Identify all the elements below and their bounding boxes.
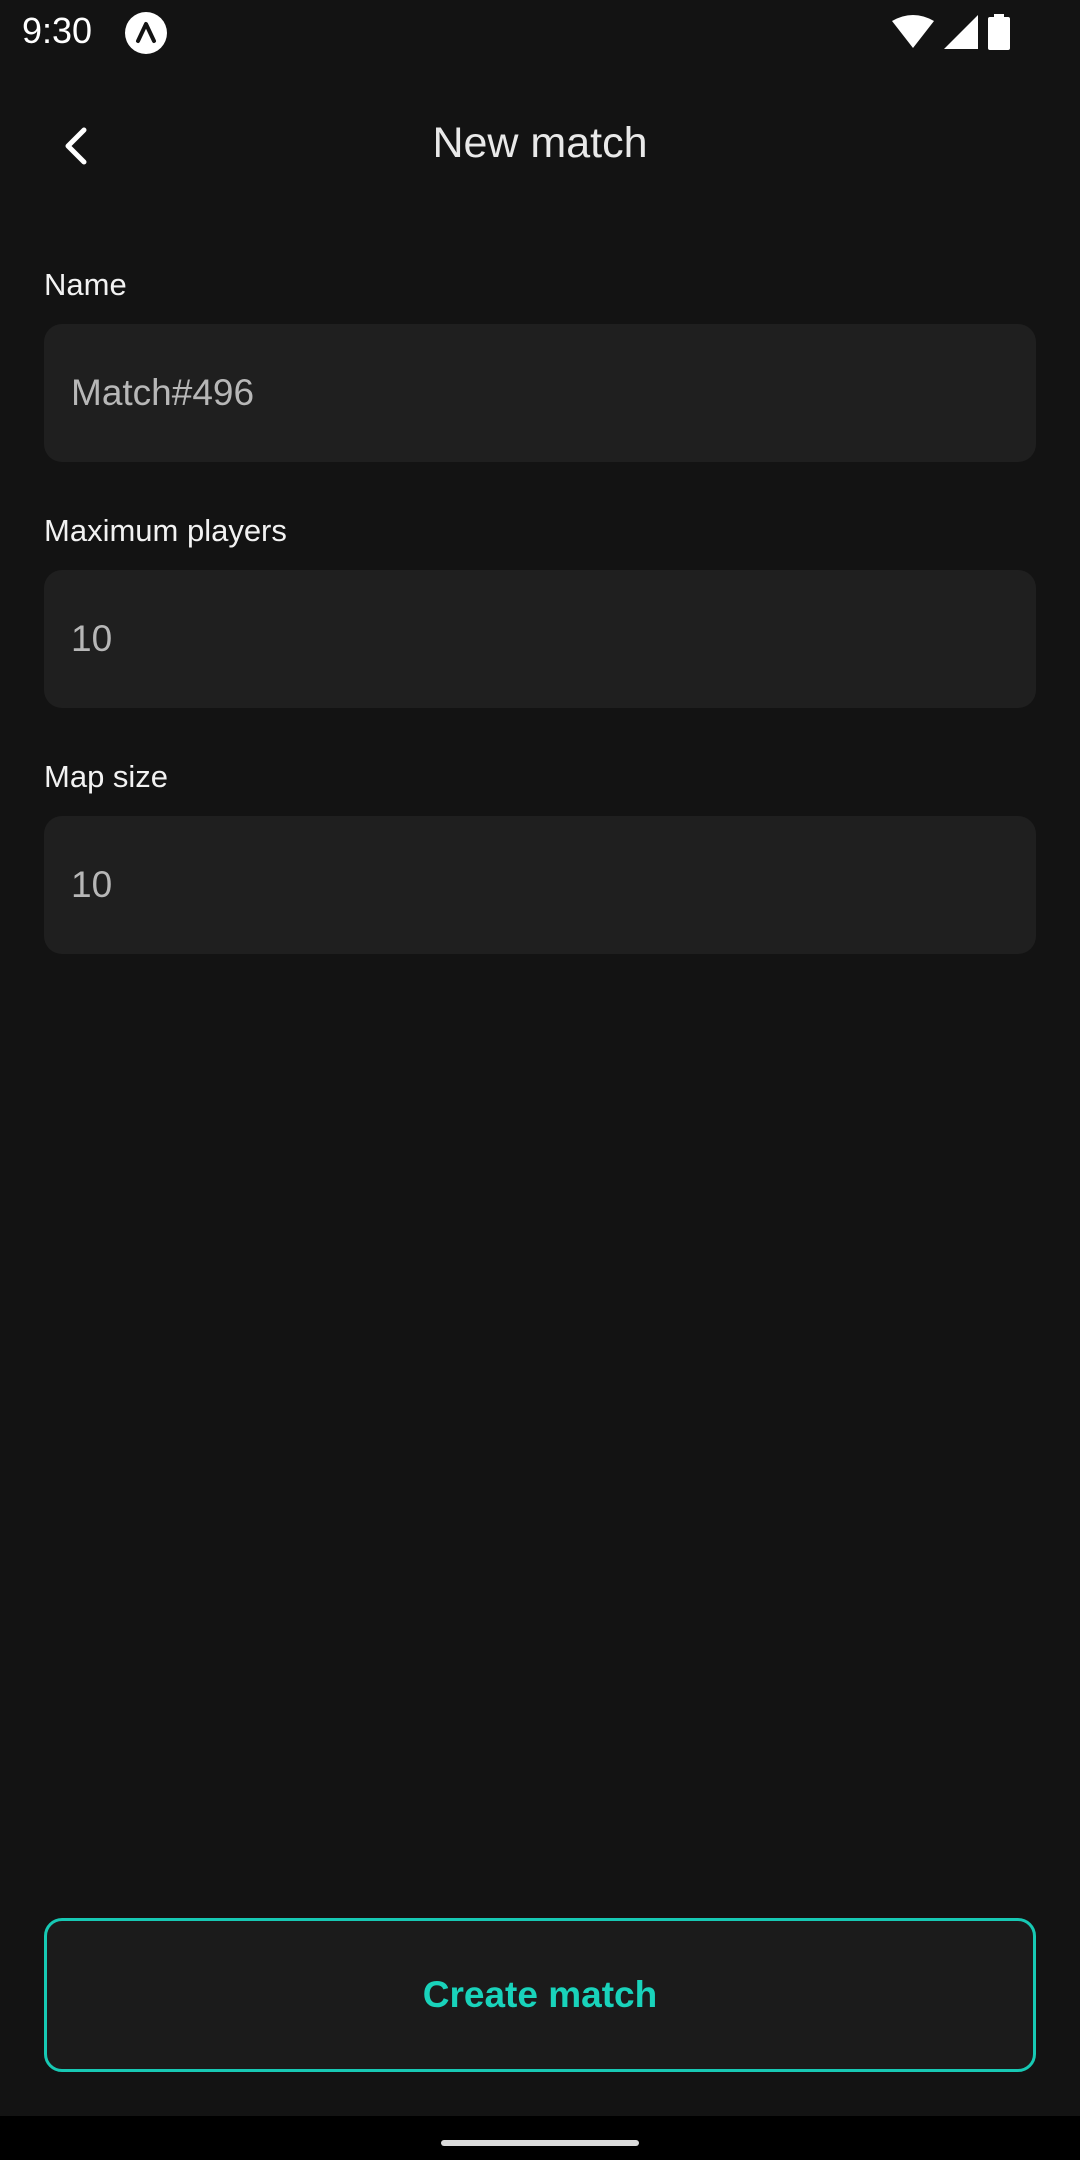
cellular-signal-icon <box>944 15 978 54</box>
wifi-icon <box>892 15 934 54</box>
create-match-button[interactable]: Create match <box>44 1918 1036 2072</box>
page-title: New match <box>432 119 648 167</box>
name-input[interactable] <box>44 324 1036 462</box>
name-label: Name <box>44 267 127 302</box>
max-players-label: Maximum players <box>44 513 287 548</box>
map-size-input[interactable] <box>44 816 1036 954</box>
status-time: 9:30 <box>22 10 93 51</box>
status-icons <box>892 14 1010 55</box>
max-players-input[interactable] <box>44 570 1036 708</box>
new-match-form: Name Maximum players Map size <box>44 260 1036 998</box>
app-bar: New match <box>0 66 1080 224</box>
app-notification-icon <box>124 11 168 55</box>
home-indicator[interactable] <box>441 2140 639 2146</box>
navigation-bar <box>0 2116 1080 2160</box>
map-size-label: Map size <box>44 759 169 794</box>
battery-icon <box>988 14 1010 55</box>
status-bar: 9:30 <box>0 0 1080 66</box>
